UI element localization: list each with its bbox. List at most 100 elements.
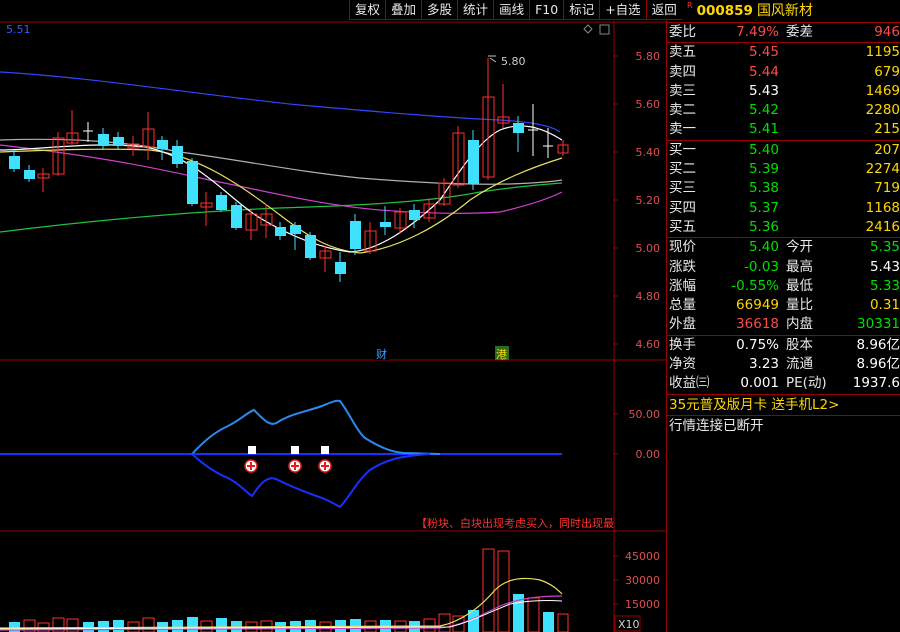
bid-row: 买五 5.36 2416 [667, 218, 900, 237]
diamond-icon[interactable] [583, 24, 593, 34]
restore-rights-button[interactable]: 复权 [349, 0, 386, 20]
chart-toolbar: 复权 叠加 多股 统计 画线 F10 标记 +自选 返回 [349, 0, 682, 20]
bid-row: 买二 5.39 2274 [667, 160, 900, 179]
extra-value: 8.96亿 [856, 336, 900, 353]
stat-row: 外盘 36618 内盘 30331 [667, 315, 900, 334]
price-axis-label: 5.20 [636, 194, 661, 207]
weicha-label: 委差 [786, 24, 813, 40]
stat-value: 66949 [736, 297, 779, 314]
extra-value: 8.96亿 [856, 356, 900, 373]
extra-label: 流通 [786, 356, 813, 373]
volume-unit: X10 [618, 618, 640, 631]
bid-book: 买一 5.40 207 买二 5.39 2274 买三 5.38 719 买四 … [667, 139, 900, 237]
ask-volume: 679 [874, 63, 900, 80]
volume-axis-label: 30000 [625, 574, 660, 587]
weibi-label: 委比 [669, 24, 696, 40]
bid-volume: 2416 [865, 218, 900, 235]
stat-label: 总量 [669, 297, 696, 314]
extra-label: 净资 [669, 356, 696, 373]
promo-link[interactable]: 35元普及版月卡 送手机L2> [667, 393, 900, 415]
extra-label: 换手 [669, 336, 696, 353]
stat-value: 5.43 [869, 258, 900, 275]
stat-value: -0.55% [731, 277, 779, 294]
stat-value: -0.03 [744, 258, 779, 275]
price-axis-label: 5.80 [636, 50, 661, 63]
extra-value: 1937.6 [852, 375, 900, 392]
quote-panel: R 000859 国风新材 委比 7.49% 委差 946 卖五 5.45 11… [666, 0, 900, 632]
extra-value: 0.75% [736, 336, 779, 353]
stat-label: 内盘 [786, 316, 813, 333]
stat-value: 5.35 [869, 239, 900, 256]
indicator-axis-label: 0.00 [636, 448, 661, 461]
indicator-axis-label: 50.00 [629, 408, 661, 421]
extra-row: 换手 0.75% 股本 8.96亿 [667, 336, 900, 355]
price-axis-label: 5.60 [636, 98, 661, 111]
ma-value: 5.51 [6, 23, 31, 36]
indicator-lower-line [191, 453, 431, 509]
plus-circle-icon [244, 459, 258, 473]
stat-value: 30331 [857, 316, 900, 333]
back-button[interactable]: 返回 [645, 0, 682, 20]
ask-book: 卖五 5.45 1195 卖四 5.44 679 卖三 5.43 1469 卖二… [667, 42, 900, 139]
ask-volume: 215 [874, 121, 900, 138]
ma-line-blue [0, 71, 561, 133]
bid-label: 买五 [669, 218, 696, 235]
draw-line-button[interactable]: 画线 [493, 0, 530, 20]
extra-label: PE(动) [786, 375, 827, 392]
extra-row: 净资 3.23 流通 8.96亿 [667, 355, 900, 374]
ask-label: 卖三 [669, 82, 696, 99]
volume-axis-label: 45000 [625, 550, 660, 563]
extra-value: 3.23 [748, 356, 779, 373]
ask-row: 卖三 5.43 1469 [667, 82, 900, 101]
extra-block: 换手 0.75% 股本 8.96亿 净资 3.23 流通 8.96亿 收益㈢ 0… [667, 334, 900, 394]
weibi-value: 7.49% [736, 24, 779, 40]
connection-status: 行情连接已断开 [667, 414, 900, 436]
stat-label: 最低 [786, 277, 813, 294]
multi-stock-button[interactable]: 多股 [421, 0, 458, 20]
stat-label: 量比 [786, 297, 813, 314]
mark-button[interactable]: 标记 [563, 0, 600, 20]
settings-square-icon[interactable] [599, 24, 610, 35]
stat-label: 最高 [786, 258, 813, 275]
event-marker-gang[interactable]: 港 [495, 346, 509, 361]
overlay-button[interactable]: 叠加 [385, 0, 422, 20]
stat-value: 5.33 [869, 277, 900, 294]
price-axis-label: 5.40 [636, 146, 661, 159]
event-marker-cai-label: 财 [376, 347, 387, 361]
bid-volume: 1168 [865, 199, 900, 216]
bid-volume: 2274 [865, 161, 900, 178]
stat-row: 涨跌 -0.03 最高 5.43 [667, 258, 900, 277]
r-badge: R [687, 1, 693, 10]
chart-canvas[interactable]: 5.51 5.80 5.60 5.40 5.20 5.00 4.80 4.60 [0, 0, 666, 632]
bid-row: 买四 5.37 1168 [667, 199, 900, 218]
extra-label: 股本 [786, 336, 813, 353]
ask-row: 卖二 5.42 2280 [667, 101, 900, 120]
stat-value: 0.31 [869, 297, 900, 314]
stat-row: 总量 66949 量比 0.31 [667, 296, 900, 315]
ask-volume: 2280 [865, 102, 900, 119]
ask-label: 卖五 [669, 44, 696, 61]
volume-axis-label: 15000 [625, 598, 660, 611]
statistics-button[interactable]: 统计 [457, 0, 494, 20]
ask-label: 卖一 [669, 121, 696, 138]
stat-label: 涨幅 [669, 277, 696, 294]
ask-price: 5.41 [748, 121, 779, 138]
f10-button[interactable]: F10 [529, 0, 564, 20]
chart-area[interactable]: 复权 叠加 多股 统计 画线 F10 标记 +自选 返回 5.51 5.80 5… [0, 0, 682, 632]
indicator-upper-line [191, 399, 441, 455]
ask-row: 卖一 5.41 215 [667, 120, 900, 139]
price-axis-label: 4.60 [636, 338, 661, 351]
ask-volume: 1469 [865, 82, 900, 99]
high-price-marker: 5.80 [501, 55, 526, 68]
add-watchlist-button[interactable]: +自选 [599, 0, 646, 20]
extra-value: 0.001 [740, 375, 779, 392]
ask-row: 卖五 5.45 1195 [667, 43, 900, 62]
stock-header[interactable]: R 000859 国风新材 [667, 0, 900, 23]
ma-line-green [0, 182, 563, 233]
event-marker-gang-label: 港 [496, 348, 507, 361]
stat-row: 现价 5.40 今开 5.35 [667, 238, 900, 257]
stat-label: 今开 [786, 239, 813, 256]
ask-row: 卖四 5.44 679 [667, 63, 900, 82]
event-marker-cai[interactable]: 财 [375, 346, 389, 361]
bid-price: 5.39 [748, 161, 779, 178]
